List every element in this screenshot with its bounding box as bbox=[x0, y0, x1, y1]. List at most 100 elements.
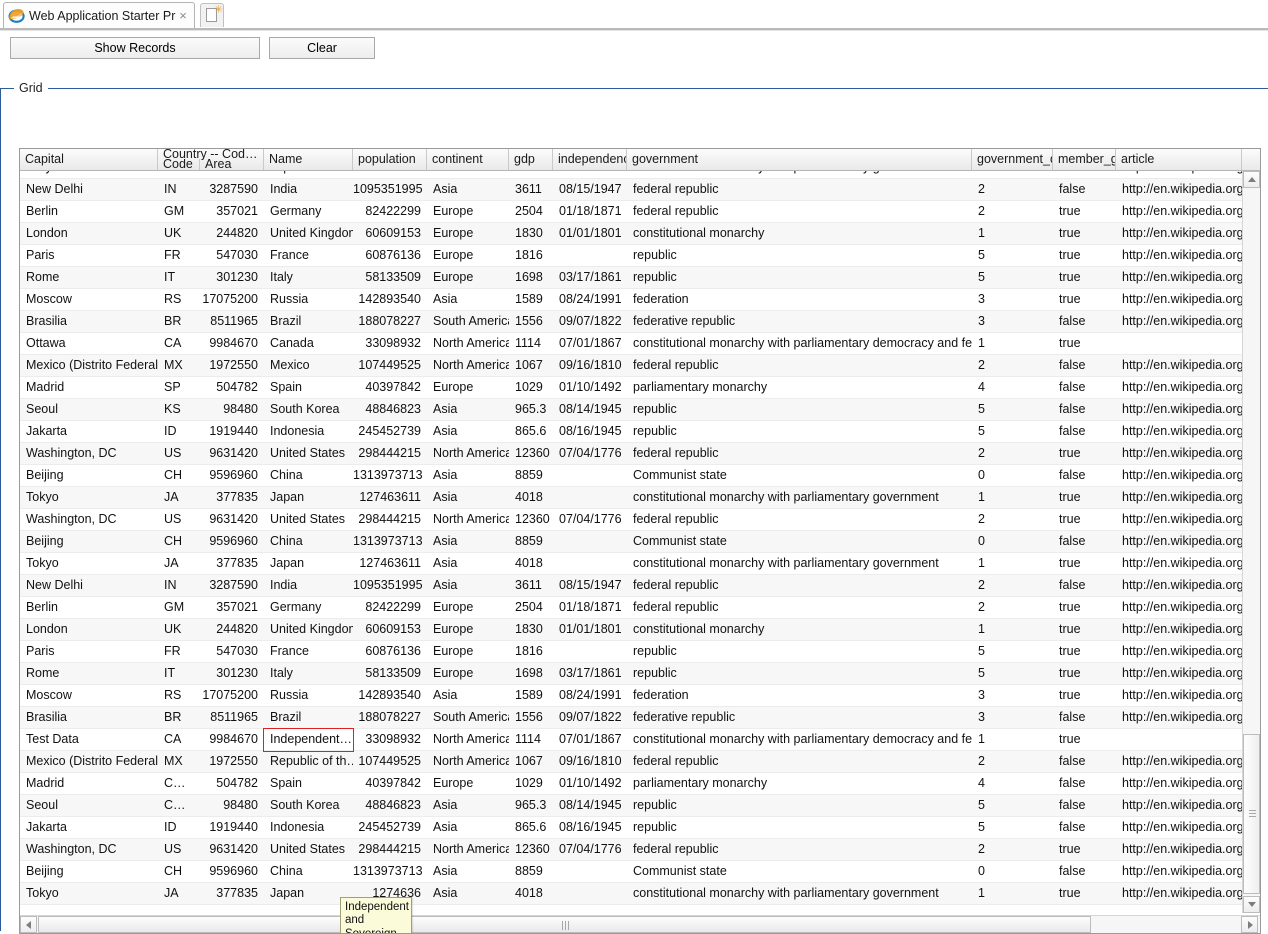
table-row[interactable]: Seoul C… 98480 South Korea 48846823 Asia 965.3… bbox=[20, 795, 1242, 817]
scroll-down-arrow-icon[interactable] bbox=[1243, 896, 1260, 913]
table-cell-article[interactable]: http://en.wikipedia.org/w bbox=[1116, 171, 1242, 178]
table-cell-independence[interactable]: 07/01/1867 bbox=[553, 333, 627, 354]
table-cell-code[interactable]: JA bbox=[158, 171, 200, 178]
table-cell-independence[interactable]: 08/15/1947 bbox=[553, 575, 627, 596]
table-cell-continent[interactable]: North America bbox=[427, 751, 509, 772]
table-cell-name[interactable]: Spain bbox=[264, 773, 353, 794]
table-row[interactable]: Tokyo JA 377835 Japan 1274636 Asia 4018 constit… bbox=[20, 883, 1242, 905]
table-cell-independence[interactable]: 07/04/1776 bbox=[553, 509, 627, 530]
table-cell-name[interactable]: China bbox=[264, 465, 353, 486]
table-cell-population[interactable]: 82422299 bbox=[353, 597, 427, 618]
table-cell-article[interactable] bbox=[1116, 333, 1242, 354]
table-cell-independence[interactable]: 07/01/1867 bbox=[553, 729, 627, 750]
table-cell-population[interactable]: 298444215 bbox=[353, 509, 427, 530]
table-cell-continent[interactable]: Asia bbox=[427, 861, 509, 882]
table-cell-name[interactable]: Japan bbox=[264, 553, 353, 574]
table-cell-article[interactable]: http://en.wikipedia.org/w bbox=[1116, 751, 1242, 772]
table-cell-gdp[interactable]: 1830 bbox=[509, 223, 553, 244]
table-cell-area[interactable]: 9631420 bbox=[200, 509, 264, 530]
table-cell-article[interactable]: http://en.wikipedia.org/w bbox=[1116, 509, 1242, 530]
grid-header-cell-government[interactable]: government bbox=[627, 149, 972, 170]
table-cell-independence[interactable] bbox=[553, 553, 627, 574]
table-cell-code[interactable]: CH bbox=[158, 861, 200, 882]
table-cell-government_desc[interactable]: 5 bbox=[972, 817, 1053, 838]
table-cell-government[interactable]: constitutional monarchy with parliamenta… bbox=[627, 729, 972, 750]
table-cell-member_g8[interactable]: false bbox=[1053, 795, 1116, 816]
table-cell-name[interactable]: United States bbox=[264, 509, 353, 530]
table-cell-independence[interactable] bbox=[553, 465, 627, 486]
table-cell-independence[interactable]: 08/24/1991 bbox=[553, 289, 627, 310]
table-cell-article[interactable]: http://en.wikipedia.org/w bbox=[1116, 817, 1242, 838]
table-cell-gdp[interactable]: 8859 bbox=[509, 531, 553, 552]
table-row[interactable]: Brasilia BR 8511965 Brazil 188078227 South Am… bbox=[20, 311, 1242, 333]
table-cell-capital[interactable]: Beijing bbox=[20, 465, 158, 486]
table-cell-member_g8[interactable]: true bbox=[1053, 267, 1116, 288]
table-cell-code[interactable]: CA bbox=[158, 729, 200, 750]
table-cell-government[interactable]: federal republic bbox=[627, 597, 972, 618]
table-cell-independence[interactable]: 01/18/1871 bbox=[553, 597, 627, 618]
table-cell-population[interactable]: 188078227 bbox=[353, 311, 427, 332]
table-cell-code[interactable]: KS bbox=[158, 399, 200, 420]
table-cell-code[interactable]: RS bbox=[158, 685, 200, 706]
table-cell-government[interactable]: federal republic bbox=[627, 201, 972, 222]
table-cell-continent[interactable]: North America bbox=[427, 839, 509, 860]
table-row[interactable]: Beijing CH 9596960 China 1313973713 Asia 8859 C… bbox=[20, 861, 1242, 883]
table-cell-capital[interactable]: Rome bbox=[20, 663, 158, 684]
table-cell-capital[interactable]: Mexico (Distrito Federal) bbox=[20, 355, 158, 376]
table-cell-article[interactable]: http://en.wikipedia.org/w bbox=[1116, 487, 1242, 508]
table-cell-article[interactable]: http://en.wikipedia.org/w bbox=[1116, 179, 1242, 200]
table-cell-member_g8[interactable]: true bbox=[1053, 729, 1116, 750]
table-cell-government[interactable]: constitutional monarchy bbox=[627, 619, 972, 640]
table-cell-population[interactable]: 60609153 bbox=[353, 223, 427, 244]
table-row[interactable]: Washington, DC US 9631420 United States 2984… bbox=[20, 839, 1242, 861]
table-cell-population[interactable]: 1313973713 bbox=[353, 465, 427, 486]
table-cell-name[interactable]: Brazil bbox=[264, 311, 353, 332]
table-cell-capital[interactable]: Paris bbox=[20, 641, 158, 662]
table-cell-area[interactable]: 9984670 bbox=[200, 729, 264, 750]
table-cell-article[interactable]: http://en.wikipedia.org/w bbox=[1116, 685, 1242, 706]
table-cell-gdp[interactable]: 2504 bbox=[509, 597, 553, 618]
table-row[interactable]: Seoul KS 98480 South Korea 48846823 Asia 965.3… bbox=[20, 399, 1242, 421]
table-row[interactable]: Jakarta ID 1919440 Indonesia 245452739 Asia 86… bbox=[20, 421, 1242, 443]
table-cell-code[interactable]: GM bbox=[158, 201, 200, 222]
table-cell-independence[interactable] bbox=[553, 883, 627, 904]
table-cell-continent[interactable]: Asia bbox=[427, 421, 509, 442]
table-cell-area[interactable]: 357021 bbox=[200, 597, 264, 618]
table-cell-population[interactable]: 245452739 bbox=[353, 421, 427, 442]
table-cell-code[interactable]: ID bbox=[158, 817, 200, 838]
table-cell-continent[interactable]: Asia bbox=[427, 553, 509, 574]
table-cell-population[interactable]: 127463611 bbox=[353, 171, 427, 178]
table-cell-name[interactable]: Russia bbox=[264, 685, 353, 706]
table-cell-independence[interactable]: 01/18/1871 bbox=[553, 201, 627, 222]
table-cell-population[interactable]: 245452739 bbox=[353, 817, 427, 838]
table-cell-code[interactable]: US bbox=[158, 509, 200, 530]
vertical-scroll-thumb[interactable] bbox=[1243, 734, 1260, 894]
table-cell-article[interactable]: http://en.wikipedia.org/w bbox=[1116, 267, 1242, 288]
table-cell-gdp[interactable]: 4018 bbox=[509, 883, 553, 904]
table-cell-government_desc[interactable]: 2 bbox=[972, 575, 1053, 596]
table-cell-gdp[interactable]: 1589 bbox=[509, 289, 553, 310]
table-cell-population[interactable]: 1095351995 bbox=[353, 179, 427, 200]
grid-header-cell-member_g8[interactable]: member_g8 bbox=[1053, 149, 1116, 170]
table-cell-area[interactable]: 17075200 bbox=[200, 289, 264, 310]
table-cell-capital[interactable]: Washington, DC bbox=[20, 443, 158, 464]
table-row[interactable]: Moscow RS 17075200 Russia 142893540 Asia 1589 0… bbox=[20, 289, 1242, 311]
table-cell-area[interactable]: 3287590 bbox=[200, 575, 264, 596]
table-cell-independence[interactable]: 08/15/1947 bbox=[553, 179, 627, 200]
table-cell-gdp[interactable]: 8859 bbox=[509, 861, 553, 882]
table-row[interactable]: Ottawa CA 9984670 Canada 33098932 North Ameri… bbox=[20, 333, 1242, 355]
table-cell-continent[interactable]: Europe bbox=[427, 597, 509, 618]
table-cell-independence[interactable] bbox=[553, 171, 627, 178]
table-cell-government[interactable]: federative republic bbox=[627, 707, 972, 728]
table-cell-continent[interactable]: Asia bbox=[427, 487, 509, 508]
table-cell-independence[interactable] bbox=[553, 861, 627, 882]
table-cell-independence[interactable]: 09/16/1810 bbox=[553, 751, 627, 772]
table-row[interactable]: TokyoJA377835Japan127463611Asia4018 const… bbox=[20, 487, 1242, 509]
table-cell-code[interactable]: IT bbox=[158, 663, 200, 684]
table-cell-member_g8[interactable]: true bbox=[1053, 839, 1116, 860]
table-cell-population[interactable]: 58133509 bbox=[353, 663, 427, 684]
table-cell-government[interactable]: republic bbox=[627, 421, 972, 442]
table-cell-government[interactable]: federal republic bbox=[627, 443, 972, 464]
table-cell-capital[interactable]: Tokyo bbox=[20, 553, 158, 574]
table-cell-government_desc[interactable]: 0 bbox=[972, 861, 1053, 882]
